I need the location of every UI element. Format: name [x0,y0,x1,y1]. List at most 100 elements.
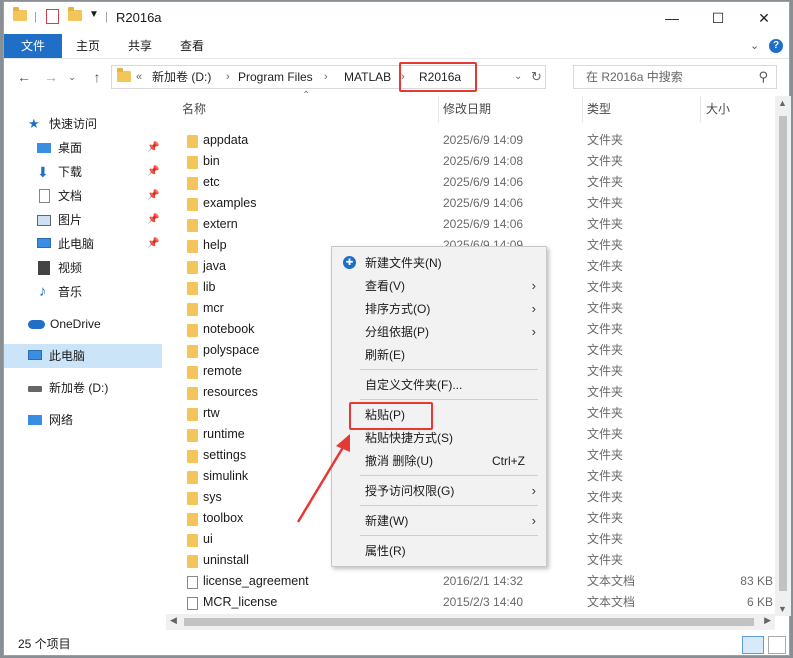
sidebar-item-this-pc[interactable]: 此电脑 📌 [4,232,162,256]
sidebar-item-quick-access[interactable]: ★ 快速访问 [4,112,162,136]
forward-button[interactable]: → [41,66,61,88]
refresh-icon[interactable]: ↻ [531,66,542,88]
submenu-arrow-icon: › [531,513,536,528]
pin-icon[interactable]: 📌 [147,232,159,256]
sidebar-item-pictures[interactable]: 图片 📌 [4,208,162,232]
breadcrumb-program-files[interactable]: Program Files [238,66,313,88]
search-input[interactable]: 在 R2016a 中搜索 ⚲ [573,65,777,89]
table-row[interactable]: etc 2025/6/9 14:06 文件夹 [181,172,777,193]
menu-item-paste-shortcut[interactable]: 粘贴快捷方式(S) [332,426,546,450]
file-name: ui [203,532,213,546]
maximize-button[interactable]: ☐ [695,2,741,34]
menu-item-group[interactable]: 分组依据(P) › [332,320,546,344]
pin-icon[interactable]: 📌 [147,136,159,160]
table-row[interactable]: extern 2025/6/9 14:06 文件夹 [181,214,777,235]
breadcrumb-drive[interactable]: 新加卷 (D:) [152,66,211,88]
breadcrumb-separator[interactable]: › [226,66,230,88]
column-divider[interactable] [582,96,583,122]
scroll-up-icon[interactable]: ▲ [778,98,787,108]
scroll-down-icon[interactable]: ▼ [778,604,787,614]
tab-share[interactable]: 共享 [114,34,166,58]
menu-item-undo-delete[interactable]: 撤消 删除(U) Ctrl+Z [332,449,546,473]
folder-icon [117,68,131,85]
desktop-icon [37,143,51,153]
sidebar-item-videos[interactable]: 视频 [4,256,162,280]
tab-home[interactable]: 主页 [62,34,114,58]
file-name: java [203,259,226,273]
sidebar-item-documents[interactable]: 文档 📌 [4,184,162,208]
menu-item-new[interactable]: 新建(W) › [332,509,546,533]
tab-file[interactable]: 文件 [4,34,62,58]
table-row[interactable]: bin 2025/6/9 14:08 文件夹 [181,151,777,172]
file-type: 文件夹 [587,490,624,504]
cloud-icon [28,320,45,329]
back-button[interactable]: ← [14,66,34,88]
chevron-down-icon[interactable]: ⌄ [514,66,522,88]
sidebar-item-drive-d[interactable]: 新加卷 (D:) [4,376,162,400]
menu-item-grant-access[interactable]: 授予访问权限(G) › [332,479,546,503]
menu-item-sort[interactable]: 排序方式(O) › [332,297,546,321]
large-icons-view-icon[interactable] [768,636,786,654]
column-divider[interactable] [438,96,439,122]
scroll-right-icon[interactable]: ▶ [764,615,771,626]
sidebar-item-network[interactable]: 网络 [4,408,162,432]
help-icon[interactable]: ? [769,39,783,53]
file-name: resources [203,385,258,399]
breadcrumb-matlab[interactable]: MATLAB [344,66,391,88]
close-button[interactable]: ✕ [741,2,787,34]
menu-item-new-folder[interactable]: ✚ 新建文件夹(N) [332,251,546,275]
column-date[interactable]: 修改日期 [443,96,491,122]
table-row[interactable]: MCR_license 2015/2/3 14:40 文本文档 6 KB [181,592,777,613]
file-type: 文件夹 [587,154,624,168]
address-bar[interactable]: « 新加卷 (D:) › Program Files › MATLAB › R2… [111,65,546,89]
vertical-scrollbar[interactable]: ▲ ▼ [775,96,791,616]
sidebar-item-this-pc-selected[interactable]: 此电脑 [4,344,162,368]
file-name: notebook [203,322,255,336]
sidebar-item-desktop[interactable]: 桌面 📌 [4,136,162,160]
column-size[interactable]: 大小 [706,96,730,122]
file-type: 文件夹 [587,427,624,441]
file-date: 2016/2/1 14:32 [443,574,524,588]
menu-item-properties[interactable]: 属性(R) [332,539,546,563]
properties-icon[interactable] [46,9,59,24]
table-row[interactable]: license_agreement 2016/2/1 14:32 文本文档 83 KB [181,571,777,592]
file-type: 文件夹 [587,532,624,546]
search-icon[interactable]: ⚲ [758,66,768,88]
file-date: 2015/2/3 14:40 [443,595,524,609]
horizontal-scrollbar[interactable]: ◀ ▶ [166,614,775,630]
menu-item-refresh[interactable]: 刷新(E) [332,343,546,367]
column-name[interactable]: 名称 [182,96,206,122]
scrollbar-thumb[interactable] [184,618,754,626]
details-view-icon[interactable] [742,636,764,654]
menu-item-view[interactable]: 查看(V) › [332,274,546,298]
pin-icon[interactable]: 📌 [147,208,159,232]
customize-toolbar-icon[interactable]: ▼ [89,9,99,20]
table-row[interactable]: examples 2025/6/9 14:06 文件夹 [181,193,777,214]
up-button[interactable]: ↑ [87,66,107,88]
menu-item-customize[interactable]: 自定义文件夹(F)... [332,373,546,397]
recent-dropdown-icon[interactable]: ⌄ [62,66,82,88]
tab-view[interactable]: 查看 [166,34,218,58]
column-type[interactable]: 类型 [587,96,611,122]
sidebar-item-onedrive[interactable]: OneDrive [4,312,162,336]
drive-icon [28,386,42,392]
scroll-left-icon[interactable]: ◀ [170,615,177,626]
pin-icon[interactable]: 📌 [147,184,159,208]
overflow-chevron[interactable]: « [136,66,142,88]
breadcrumb-separator[interactable]: › [324,66,328,88]
minimize-button[interactable]: — [649,2,695,34]
picture-icon [37,215,51,226]
file-size: 83 KB [740,574,773,588]
file-date: 2025/6/9 14:08 [443,154,524,168]
pin-icon[interactable]: 📌 [147,160,159,184]
column-divider[interactable] [700,96,701,122]
chevron-down-icon[interactable]: ⌄ [750,39,759,52]
new-folder-icon[interactable] [68,7,82,24]
scrollbar-thumb[interactable] [779,116,787,591]
file-name: lib [203,280,216,294]
sidebar-item-downloads[interactable]: ⬇ 下载 📌 [4,160,162,184]
file-name: etc [203,175,220,189]
submenu-arrow-icon: › [531,301,536,316]
table-row[interactable]: appdata 2025/6/9 14:09 文件夹 [181,130,777,151]
sidebar-item-music[interactable]: ♪ 音乐 [4,280,162,304]
